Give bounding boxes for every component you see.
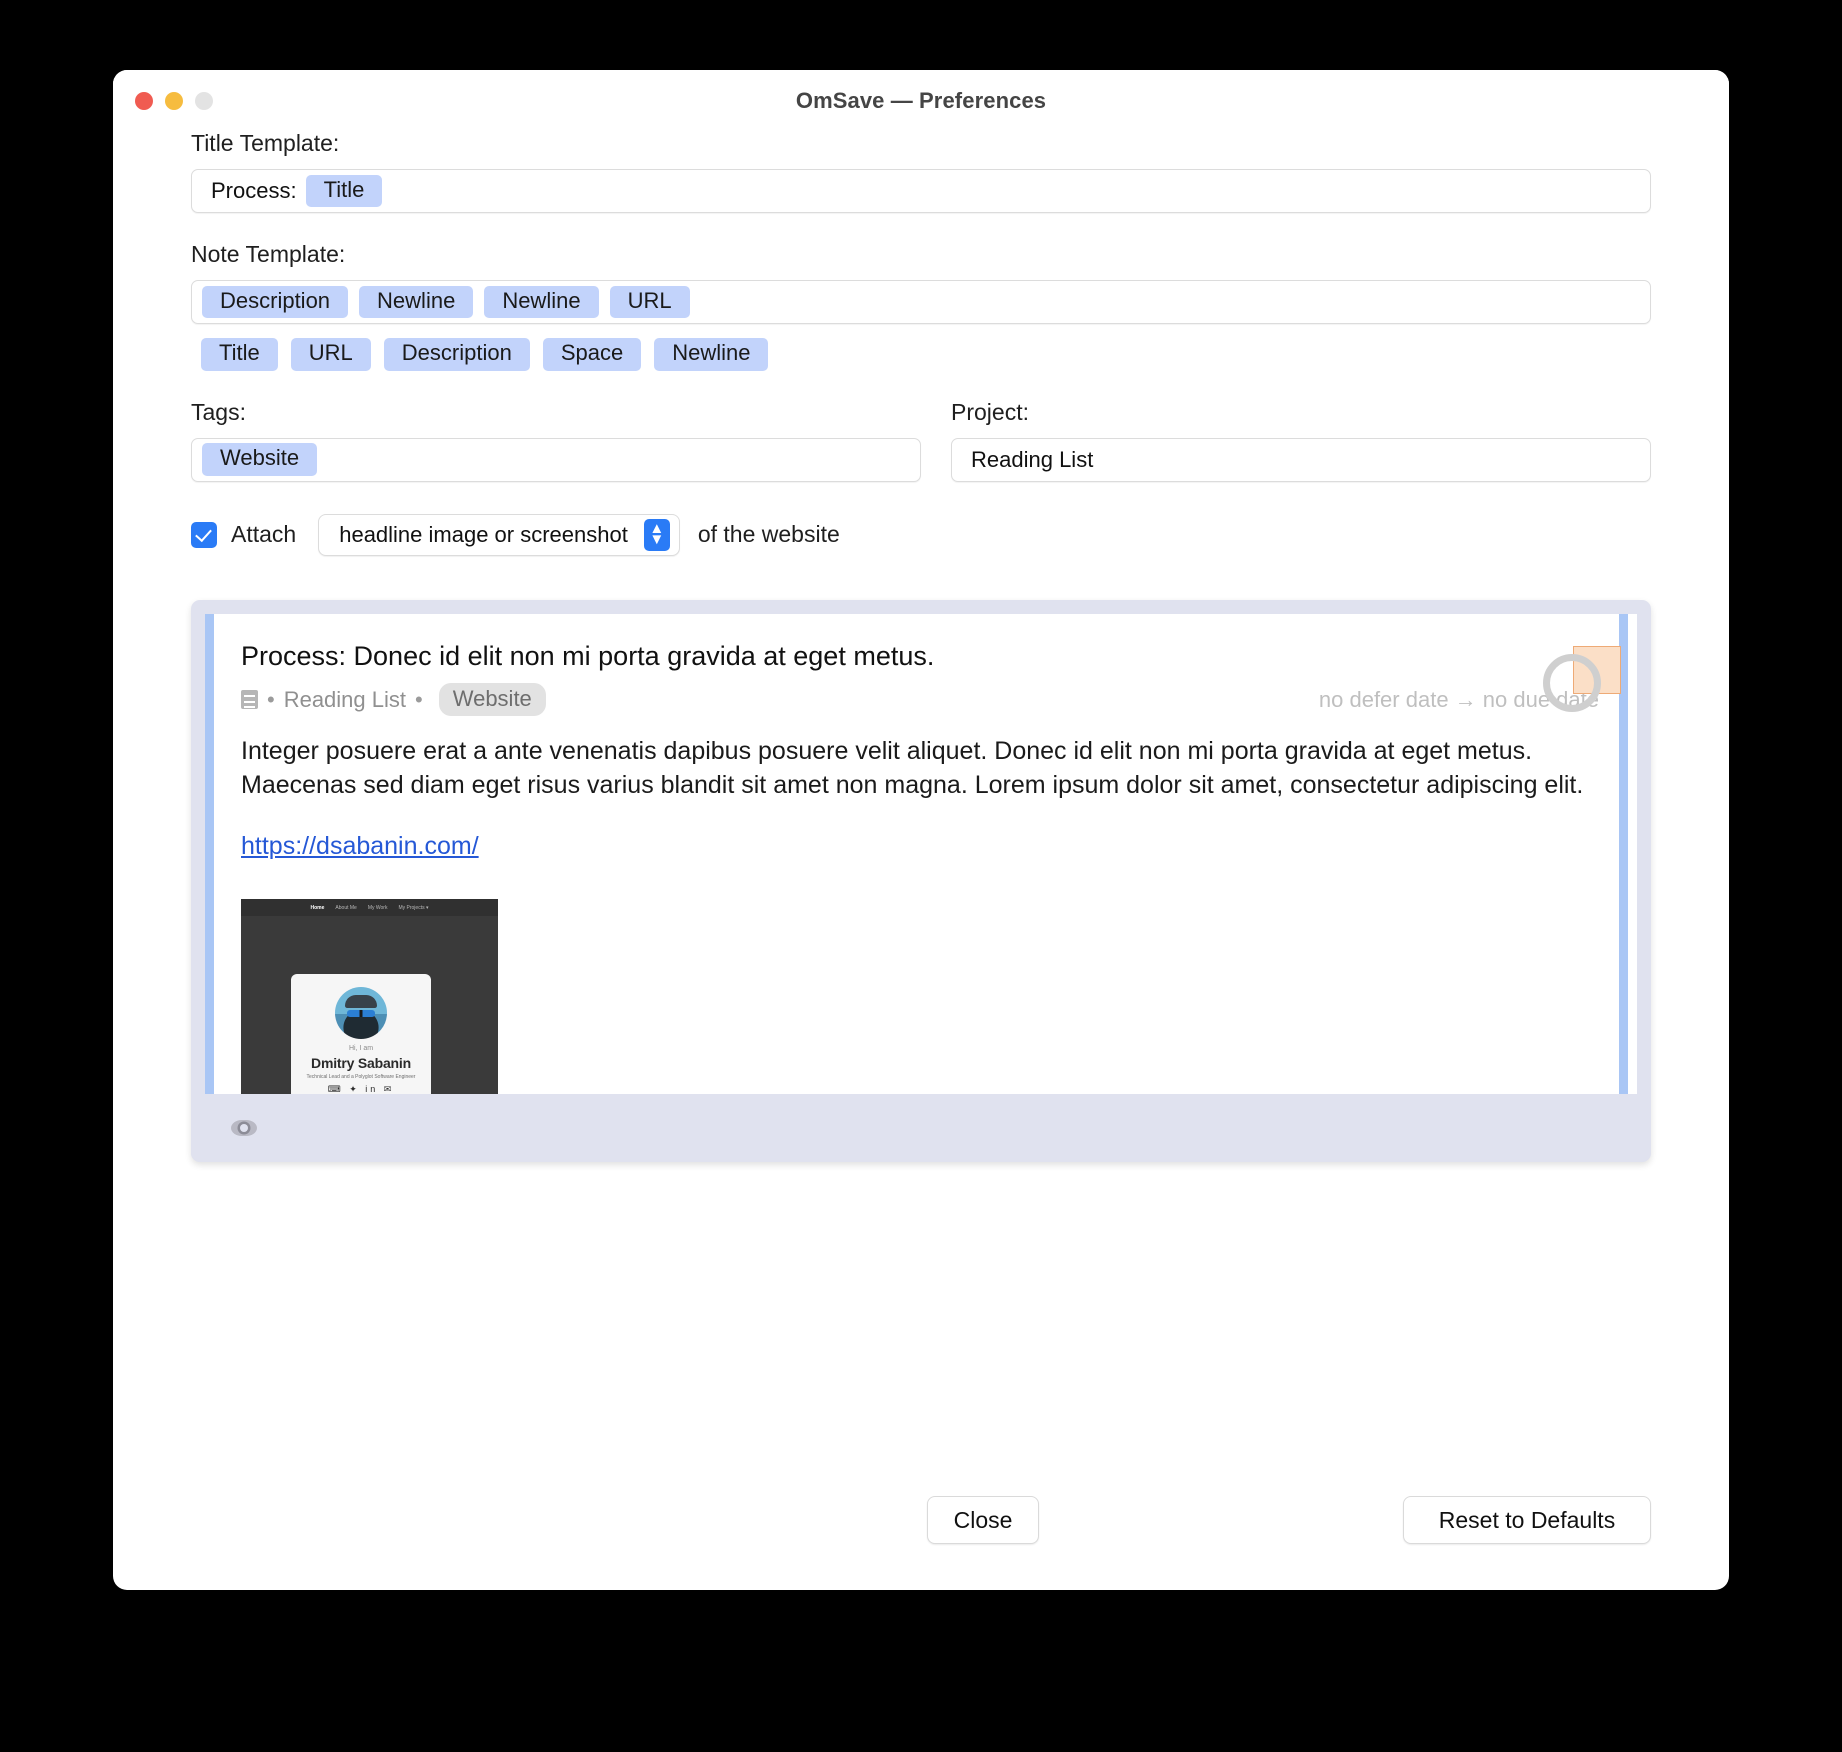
palette-token-newline[interactable]: Newline [654,338,769,371]
palette-token-description[interactable]: Description [383,338,530,371]
attach-type-select[interactable]: headline image or screenshot ▲ ▼ [318,513,680,556]
token-website[interactable]: Website [202,443,318,476]
preferences-window: OmSave — Preferences Title Template: Pro… [113,70,1729,1590]
project-field[interactable]: Reading List [951,437,1651,482]
close-button[interactable]: Close [927,1496,1039,1544]
title-template-field[interactable]: Process: Title [191,169,1651,213]
website-screenshot-thumbnail[interactable]: Home About Me My Work My Projects ▾ Hi, … [241,899,498,1094]
tags-label: Tags: [191,398,246,425]
task-title: Process: Donec id elit non mi porta grav… [241,640,935,671]
tags-column: Tags: Website [191,398,921,482]
title-template-label: Title Template: [191,130,340,156]
thumbnail-name: Dmitry Sabanin [311,1055,411,1072]
palette-token-title[interactable]: Title [201,338,278,371]
preview-pane: Process: Donec id elit non mi porta grav… [191,599,1651,1162]
social-icons: ⌨ ✦ in ✉ [327,1084,395,1094]
palette-token-url[interactable]: URL [290,338,371,371]
preview-toolbar [191,1093,1651,1162]
task-note-url[interactable]: https://dsabanin.com/ [241,832,479,861]
task-preview-card: Process: Donec id elit non mi porta grav… [205,613,1637,1094]
attach-row: Attach headline image or screenshot ▲ ▼ … [191,513,1651,556]
preferences-content: Title Template: Process: Title Note Temp… [113,132,1729,1162]
chevron-down-glyph: ▼ [649,530,665,548]
note-template-field[interactable]: Description Newline Newline URL [191,280,1651,324]
selection-bar-left [205,613,214,1094]
token-url[interactable]: URL [609,285,690,319]
tags-project-row: Tags: Website Project: Reading List [191,398,1651,482]
token-description[interactable]: Description [202,285,349,319]
token-newline-1[interactable]: Newline [359,285,474,319]
thumbnail-nav: Home About Me My Work My Projects ▾ [241,899,498,917]
eye-icon[interactable] [231,1119,257,1136]
note-template-label: Note Template: [191,241,346,267]
thumbnail-nav-work: My Work [367,904,388,911]
list-icon [241,690,258,710]
attach-label: Attach [231,521,297,548]
project-column: Project: Reading List [921,398,1651,482]
task-project: Reading List [283,686,407,712]
task-note-paragraph: Integer posuere erat a ante venenatis da… [241,737,1584,800]
thumbnail-nav-projects: My Projects ▾ [398,904,429,911]
meta-separator-2: • [415,686,423,712]
avatar [335,987,387,1040]
title-template-prefix: Process: [211,178,297,203]
task-status-circle-icon[interactable] [1543,653,1601,712]
thumbnail-nav-about: About Me [335,904,357,911]
thumbnail-greeting: Hi, I am [348,1045,374,1053]
attach-type-value: headline image or screenshot [339,521,628,547]
thumbnail-subtitle: Technical Lead and a Polyglot Software E… [306,1074,416,1081]
project-label: Project: [951,398,1029,425]
palette-token-space[interactable]: Space [542,338,642,371]
attach-suffix: of the website [697,521,840,548]
token-newline-2[interactable]: Newline [484,285,599,319]
token-title[interactable]: Title [305,174,383,208]
chevron-updown-icon[interactable]: ▲ ▼ [643,518,670,551]
task-meta-row: • Reading List • Website no defer date →… [241,683,1599,717]
meta-separator-1: • [267,686,275,712]
project-value: Reading List [971,446,1094,472]
thumbnail-profile-card: Hi, I am Dmitry Sabanin Technical Lead a… [291,974,431,1094]
tags-field[interactable]: Website [191,437,921,482]
attach-checkbox[interactable] [191,521,217,548]
reset-to-defaults-button[interactable]: Reset to Defaults [1403,1496,1651,1544]
thumbnail-nav-home: Home [310,904,325,911]
dialog-footer: Close Reset to Defaults [191,1496,1651,1544]
title-bar: OmSave — Preferences [113,70,1729,132]
status-badge: Website [438,683,546,717]
task-note-body: Process: Donec id elit non mi porta grav… [241,640,1621,1094]
token-palette: Title URL Description Space Newline [191,338,1651,371]
window-title: OmSave — Preferences [795,88,1047,113]
